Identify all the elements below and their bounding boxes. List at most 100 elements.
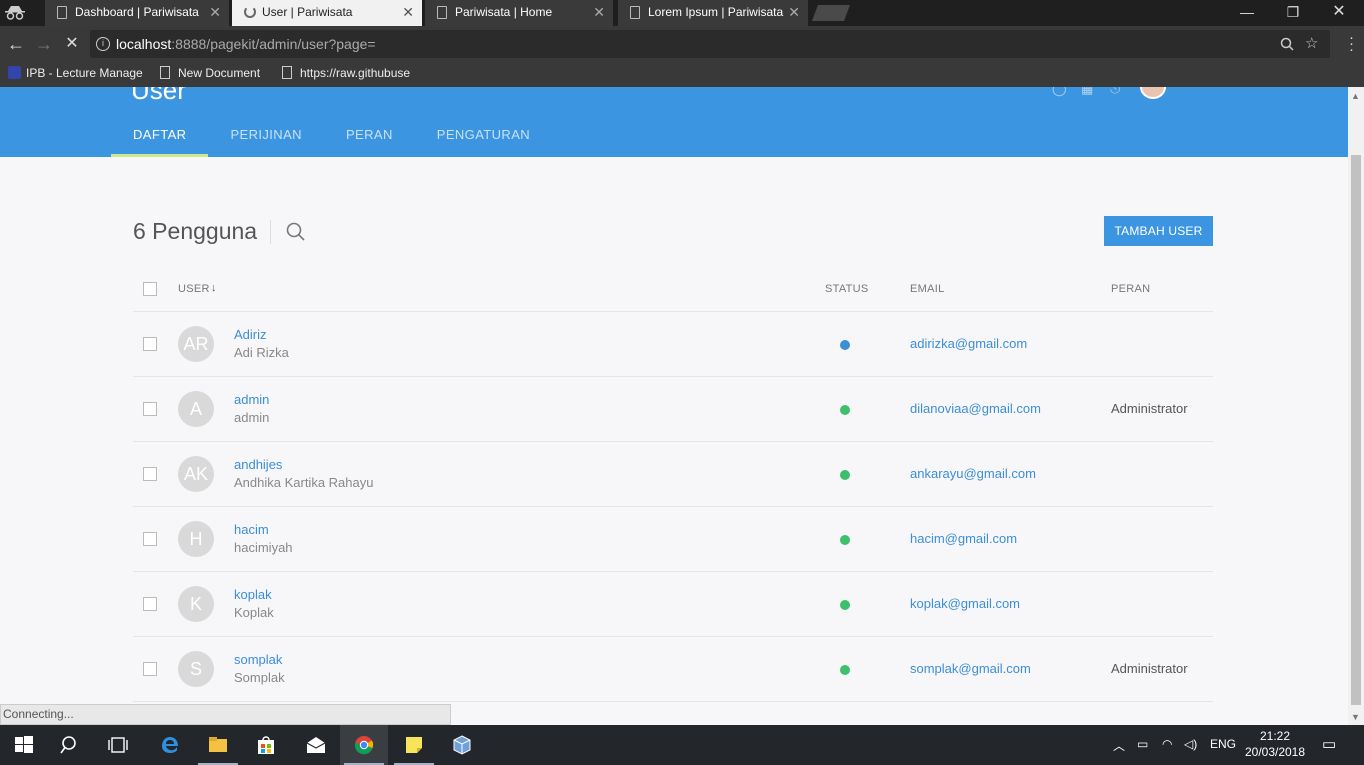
username-link[interactable]: andhijes: [234, 457, 282, 472]
row-checkbox[interactable]: [143, 662, 157, 676]
back-arrow-icon[interactable]: ←: [5, 33, 27, 55]
section-nav: DAFTAR PERIJINAN PERAN PENGATURAN: [111, 126, 552, 157]
add-user-button[interactable]: TAMBAH USER: [1104, 216, 1213, 246]
bookmark-star-icon[interactable]: ☆: [1305, 30, 1318, 58]
file-explorer-icon[interactable]: [194, 725, 242, 765]
bookmark-item[interactable]: https://raw.githubuse: [280, 62, 413, 84]
virtualbox-icon[interactable]: [438, 725, 486, 765]
notifications-icon[interactable]: ▭: [1322, 735, 1336, 753]
bookmark-item[interactable]: IPB - Lecture Manage: [6, 62, 146, 84]
grid-icon[interactable]: ▦: [1081, 87, 1093, 97]
search-icon[interactable]: [286, 222, 306, 242]
status-indicator[interactable]: [840, 535, 850, 545]
full-name: Somplak: [234, 670, 285, 685]
row-checkbox[interactable]: [143, 337, 157, 351]
close-icon[interactable]: ✕: [593, 0, 605, 24]
row-checkbox[interactable]: [143, 532, 157, 546]
stop-icon[interactable]: ✕: [61, 33, 83, 55]
mail-icon[interactable]: [292, 725, 340, 765]
full-name: Adi Rizka: [234, 345, 289, 360]
select-all-checkbox[interactable]: [143, 282, 157, 296]
chevron-up-icon[interactable]: ︿: [1113, 737, 1125, 754]
task-view-icon[interactable]: [94, 725, 142, 765]
table-row[interactable]: Ssomplak Somplak somplak@gmail.com Administ…: [133, 637, 1213, 702]
sort-arrow-icon[interactable]: ↓: [211, 282, 217, 294]
new-tab-button[interactable]: [812, 5, 850, 21]
role-label: Administrator: [1111, 661, 1188, 676]
address-bar[interactable]: i localhost:8888/pagekit/admin/user?page…: [90, 30, 1330, 58]
browser-tab[interactable]: Lorem Ipsum | Pariwisata ✕: [618, 0, 808, 26]
status-indicator[interactable]: [840, 405, 850, 415]
username-link[interactable]: admin: [234, 392, 269, 407]
restore-icon[interactable]: ❐: [1270, 0, 1316, 26]
wifi-icon[interactable]: ◠: [1162, 737, 1172, 751]
browser-tab-title: User | Pariwisata: [262, 5, 353, 19]
username-link[interactable]: somplak: [234, 652, 282, 667]
username-link[interactable]: koplak: [234, 587, 272, 602]
close-icon[interactable]: ✕: [402, 0, 414, 24]
bookmarks-bar: IPB - Lecture Manage New Document https:…: [0, 62, 1364, 87]
row-checkbox[interactable]: [143, 597, 157, 611]
email-link[interactable]: ankarayu@gmail.com: [910, 466, 1036, 481]
row-checkbox[interactable]: [143, 467, 157, 481]
volume-icon[interactable]: ◁): [1184, 737, 1197, 751]
scrollbar-thumb[interactable]: [1351, 155, 1361, 705]
search-taskbar-icon[interactable]: [46, 725, 94, 765]
full-name: Koplak: [234, 605, 274, 620]
table-row[interactable]: Hhacim hacimiyah hacim@gmail.com: [133, 507, 1213, 572]
help-icon[interactable]: ◯: [1052, 87, 1067, 97]
full-name: hacimiyah: [234, 540, 293, 555]
email-link[interactable]: dilanoviaa@gmail.com: [910, 401, 1041, 416]
browser-menu-icon[interactable]: · · ·: [1349, 30, 1354, 57]
info-icon[interactable]: i: [96, 37, 110, 51]
email-link[interactable]: koplak@gmail.com: [910, 596, 1020, 611]
store-icon[interactable]: [242, 725, 290, 765]
browser-tab-active[interactable]: User | Pariwisata ✕: [232, 0, 422, 26]
row-checkbox[interactable]: [143, 402, 157, 416]
logout-icon[interactable]: ⎋: [1110, 87, 1120, 97]
tab-perijinan[interactable]: PERIJINAN: [208, 126, 324, 157]
email-link[interactable]: somplak@gmail.com: [910, 661, 1031, 676]
page-icon: [437, 6, 447, 19]
status-indicator[interactable]: [840, 600, 850, 610]
table-row[interactable]: AK andhijes Andhika Kartika Rahayu ankarayu…: [133, 442, 1213, 507]
column-header-email: EMAIL: [910, 283, 945, 295]
status-indicator[interactable]: [840, 665, 850, 675]
email-link[interactable]: hacim@gmail.com: [910, 531, 1017, 546]
tab-peran[interactable]: PERAN: [324, 126, 415, 157]
username-link[interactable]: Adiriz: [234, 327, 267, 342]
email-link[interactable]: adirizka@gmail.com: [910, 336, 1027, 351]
browser-status-bar: Connecting...: [0, 704, 451, 725]
tab-daftar[interactable]: DAFTAR: [111, 126, 209, 157]
scroll-down-icon[interactable]: ▼: [1351, 712, 1360, 722]
tab-pengaturan[interactable]: PENGATURAN: [415, 126, 552, 157]
status-indicator[interactable]: [840, 470, 850, 480]
table-row[interactable]: Kkoplak Koplak koplak@gmail.com: [133, 572, 1213, 637]
browser-tab[interactable]: Dashboard | Pariwisata ✕: [45, 0, 229, 26]
column-header-user[interactable]: USER: [178, 283, 210, 295]
window-close-icon[interactable]: ✕: [1316, 0, 1362, 26]
forward-arrow-icon[interactable]: →: [33, 33, 55, 55]
close-icon[interactable]: ✕: [209, 0, 221, 24]
page-scrollbar[interactable]: ▲ ▼: [1348, 87, 1364, 725]
username-link[interactable]: hacim: [234, 522, 269, 537]
battery-icon[interactable]: ▭: [1137, 737, 1148, 751]
taskbar-clock[interactable]: 21:22 20/03/2018: [1244, 728, 1306, 760]
chrome-icon[interactable]: [340, 725, 388, 765]
table-row[interactable]: AR Adiriz Adi Rizka adirizka@gmail.com: [133, 312, 1213, 377]
close-icon[interactable]: ✕: [788, 0, 800, 24]
user-avatar[interactable]: [1140, 87, 1166, 99]
table-row[interactable]: Aadmin admin dilanoviaa@gmail.com Administr…: [133, 377, 1213, 442]
start-button[interactable]: [0, 725, 48, 765]
browser-tab-title: Lorem Ipsum | Pariwisata: [648, 5, 784, 19]
avatar: AR: [178, 326, 214, 362]
browser-tab[interactable]: Pariwisata | Home ✕: [425, 0, 613, 26]
zoom-icon[interactable]: [1280, 30, 1294, 61]
language-indicator[interactable]: ENG: [1210, 737, 1236, 751]
bookmark-item[interactable]: New Document: [158, 62, 260, 84]
status-indicator[interactable]: [840, 340, 850, 350]
sticky-notes-icon[interactable]: [390, 725, 438, 765]
minimize-icon[interactable]: —: [1224, 0, 1270, 26]
edge-browser-icon[interactable]: [146, 725, 194, 765]
scroll-up-icon[interactable]: ▲: [1351, 91, 1360, 101]
